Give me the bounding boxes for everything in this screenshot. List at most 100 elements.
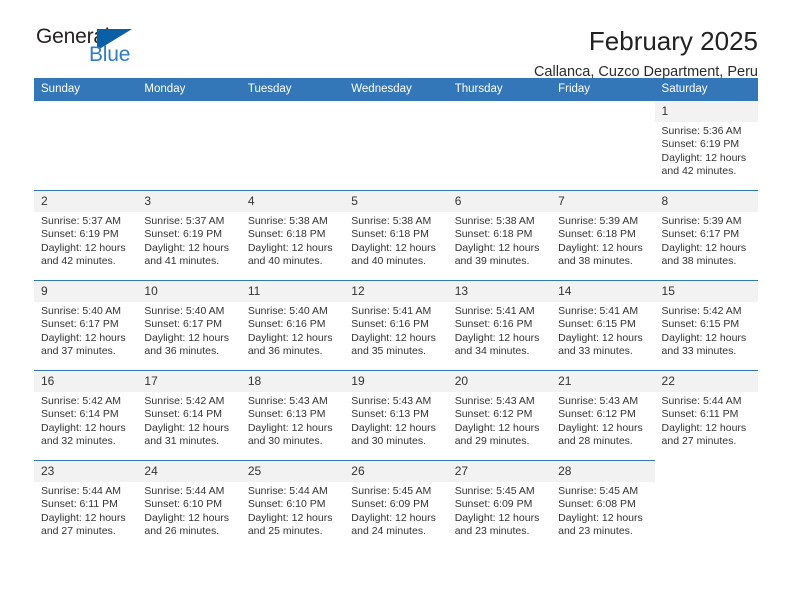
day-detail-sunrise: Sunrise: 5:44 AM (247, 485, 328, 497)
day-detail-sunset: Sunset: 6:17 PM (661, 228, 740, 241)
day-detail-daylight-1: Daylight: 12 hours (661, 241, 747, 254)
calendar-day-cell: 13 Sunrise: 5:41 AM Sunset: 6:16 PM Dayligh… (447, 280, 552, 371)
day-number: 21 (551, 371, 655, 392)
day-detail-daylight-1: Daylight: 12 hours (247, 511, 333, 524)
day-details: Sunrise: 5:37 AM Sunset: 6:19 PM Daylight:… (34, 212, 137, 269)
day-detail-sunrise: Sunrise: 5:45 AM (351, 485, 432, 497)
day-number: 14 (551, 281, 655, 302)
day-detail-sunset: Sunset: 6:18 PM (247, 228, 326, 241)
day-detail-daylight-1: Daylight: 12 hours (558, 331, 643, 344)
day-detail-sunrise: Sunrise: 5:44 AM (661, 395, 742, 407)
day-details: Sunrise: 5:40 AM Sunset: 6:16 PM Daylight:… (241, 302, 344, 359)
day-details: Sunrise: 5:41 AM Sunset: 6:15 PM Daylight:… (551, 302, 654, 359)
day-detail-sunrise: Sunrise: 5:41 AM (558, 305, 639, 317)
day-detail-sunset: Sunset: 6:16 PM (351, 318, 429, 331)
day-detail-daylight-2: and 34 minutes. (454, 345, 530, 358)
day-detail-sunrise: Sunrise: 5:39 AM (558, 215, 639, 227)
day-details: Sunrise: 5:41 AM Sunset: 6:16 PM Daylight:… (344, 302, 447, 359)
day-details: Sunrise: 5:43 AM Sunset: 6:12 PM Daylight:… (551, 392, 654, 449)
day-cell-inner: 17 Sunrise: 5:42 AM Sunset: 6:14 PM Dayligh… (137, 371, 241, 460)
day-cell-inner: 8 Sunrise: 5:39 AM Sunset: 6:17 PM Daylight… (654, 191, 758, 280)
sunrise-sunset-calendar: Sunday Monday Tuesday Wednesday Thursday… (34, 78, 758, 550)
day-details: Sunrise: 5:43 AM Sunset: 6:13 PM Daylight:… (241, 392, 344, 449)
day-detail-daylight-2: and 42 minutes. (661, 165, 737, 178)
day-detail-daylight-2: and 32 minutes. (41, 435, 116, 448)
calendar-day-cell-empty (551, 101, 655, 191)
calendar-day-cell: 12 Sunrise: 5:41 AM Sunset: 6:16 PM Dayligh… (344, 280, 448, 371)
day-number: 6 (447, 191, 552, 212)
day-number: 8 (654, 191, 758, 212)
day-detail-sunrise: Sunrise: 5:40 AM (247, 305, 328, 317)
day-detail-sunset: Sunset: 6:17 PM (144, 318, 223, 331)
day-detail-daylight-2: and 37 minutes. (41, 345, 116, 358)
day-details: Sunrise: 5:44 AM Sunset: 6:10 PM Daylight:… (137, 482, 240, 539)
day-detail-daylight-2: and 23 minutes. (454, 525, 530, 538)
general-blue-logo: General Blue (34, 26, 234, 74)
day-details: Sunrise: 5:39 AM Sunset: 6:18 PM Daylight:… (551, 212, 654, 269)
calendar-day-cell: 5 Sunrise: 5:38 AM Sunset: 6:18 PM Daylight… (344, 190, 448, 281)
day-cell-inner: 10 Sunrise: 5:40 AM Sunset: 6:17 PM Dayligh… (137, 281, 241, 370)
day-detail-sunset: Sunset: 6:15 PM (661, 318, 740, 331)
day-detail-daylight-1: Daylight: 12 hours (247, 331, 333, 344)
day-detail-daylight-2: and 24 minutes. (351, 525, 426, 538)
day-detail-sunset: Sunset: 6:19 PM (41, 228, 119, 241)
calendar-body: 1 Sunrise: 5:36 AM Sunset: 6:19 PM Daylight… (34, 101, 758, 550)
day-detail-daylight-1: Daylight: 12 hours (351, 241, 436, 254)
day-details: Sunrise: 5:42 AM Sunset: 6:14 PM Daylight:… (137, 392, 240, 449)
day-cell-inner: 5 Sunrise: 5:38 AM Sunset: 6:18 PM Daylight… (344, 191, 448, 280)
day-detail-daylight-1: Daylight: 12 hours (41, 241, 126, 254)
day-detail-sunset: Sunset: 6:18 PM (558, 228, 636, 241)
day-details: Sunrise: 5:44 AM Sunset: 6:10 PM Daylight:… (241, 482, 344, 539)
day-detail-daylight-1: Daylight: 12 hours (454, 331, 540, 344)
calendar-day-cell: 23 Sunrise: 5:44 AM Sunset: 6:11 PM Dayligh… (34, 460, 138, 550)
calendar-day-cell: 27 Sunrise: 5:45 AM Sunset: 6:09 PM Dayligh… (447, 460, 552, 550)
day-detail-sunrise: Sunrise: 5:45 AM (558, 485, 639, 497)
calendar-day-cell: 11 Sunrise: 5:40 AM Sunset: 6:16 PM Dayligh… (240, 280, 345, 371)
calendar-day-cell: 9 Sunrise: 5:40 AM Sunset: 6:17 PM Daylight… (34, 280, 138, 371)
day-details: Sunrise: 5:37 AM Sunset: 6:19 PM Daylight:… (137, 212, 240, 269)
day-detail-sunset: Sunset: 6:19 PM (661, 138, 740, 151)
day-detail-daylight-2: and 29 minutes. (454, 435, 530, 448)
day-detail-sunset: Sunset: 6:11 PM (661, 408, 739, 421)
day-cell-inner: 25 Sunrise: 5:44 AM Sunset: 6:10 PM Dayligh… (240, 461, 345, 550)
day-detail-daylight-2: and 30 minutes. (247, 435, 323, 448)
day-detail-daylight-2: and 36 minutes. (144, 345, 220, 358)
calendar-day-cell: 3 Sunrise: 5:37 AM Sunset: 6:19 PM Daylight… (137, 190, 241, 281)
day-detail-sunset: Sunset: 6:14 PM (41, 408, 119, 421)
day-cell-inner: 13 Sunrise: 5:41 AM Sunset: 6:16 PM Dayligh… (447, 281, 552, 370)
day-detail-sunrise: Sunrise: 5:45 AM (454, 485, 535, 497)
day-detail-sunrise: Sunrise: 5:42 AM (661, 305, 742, 317)
day-detail-sunset: Sunset: 6:14 PM (144, 408, 223, 421)
day-cell-inner: 11 Sunrise: 5:40 AM Sunset: 6:16 PM Dayligh… (240, 281, 345, 370)
day-detail-daylight-1: Daylight: 12 hours (454, 421, 540, 434)
calendar-day-cell: 26 Sunrise: 5:45 AM Sunset: 6:09 PM Dayligh… (344, 460, 448, 550)
day-number: 16 (34, 371, 138, 392)
calendar-week-row: 1 Sunrise: 5:36 AM Sunset: 6:19 PM Daylight… (34, 101, 758, 191)
day-cell-inner: 4 Sunrise: 5:38 AM Sunset: 6:18 PM Daylight… (240, 191, 345, 280)
day-detail-daylight-2: and 33 minutes. (558, 345, 633, 358)
day-detail-daylight-1: Daylight: 12 hours (454, 511, 540, 524)
day-detail-sunset: Sunset: 6:10 PM (247, 498, 326, 511)
page-header: General Blue February 2025 Callanca, Cuz… (34, 0, 758, 81)
day-detail-daylight-1: Daylight: 12 hours (144, 241, 230, 254)
calendar-day-cell: 17 Sunrise: 5:42 AM Sunset: 6:14 PM Dayligh… (137, 370, 241, 461)
day-details: Sunrise: 5:43 AM Sunset: 6:13 PM Daylight:… (344, 392, 447, 449)
day-number: 1 (654, 101, 758, 122)
day-details: Sunrise: 5:42 AM Sunset: 6:15 PM Daylight:… (655, 302, 758, 359)
day-detail-sunset: Sunset: 6:17 PM (41, 318, 119, 331)
day-number: 7 (551, 191, 655, 212)
calendar-day-cell-empty (344, 101, 448, 191)
day-cell-inner: 14 Sunrise: 5:41 AM Sunset: 6:15 PM Dayligh… (551, 281, 655, 370)
day-cell-inner: 20 Sunrise: 5:43 AM Sunset: 6:12 PM Dayligh… (447, 371, 552, 460)
day-cell-inner: 21 Sunrise: 5:43 AM Sunset: 6:12 PM Dayligh… (551, 371, 655, 460)
day-details: Sunrise: 5:38 AM Sunset: 6:18 PM Daylight:… (344, 212, 447, 269)
day-cell-inner: 22 Sunrise: 5:44 AM Sunset: 6:11 PM Dayligh… (654, 371, 758, 461)
day-number: 17 (137, 371, 241, 392)
calendar-day-cell: 2 Sunrise: 5:37 AM Sunset: 6:19 PM Daylight… (34, 190, 138, 281)
day-detail-sunrise: Sunrise: 5:44 AM (144, 485, 225, 497)
calendar-week-row: 2 Sunrise: 5:37 AM Sunset: 6:19 PM Daylight… (34, 190, 758, 281)
day-detail-daylight-1: Daylight: 12 hours (41, 511, 126, 524)
day-detail-daylight-1: Daylight: 12 hours (41, 421, 126, 434)
day-detail-sunset: Sunset: 6:09 PM (454, 498, 533, 511)
day-detail-daylight-2: and 40 minutes. (247, 255, 323, 268)
